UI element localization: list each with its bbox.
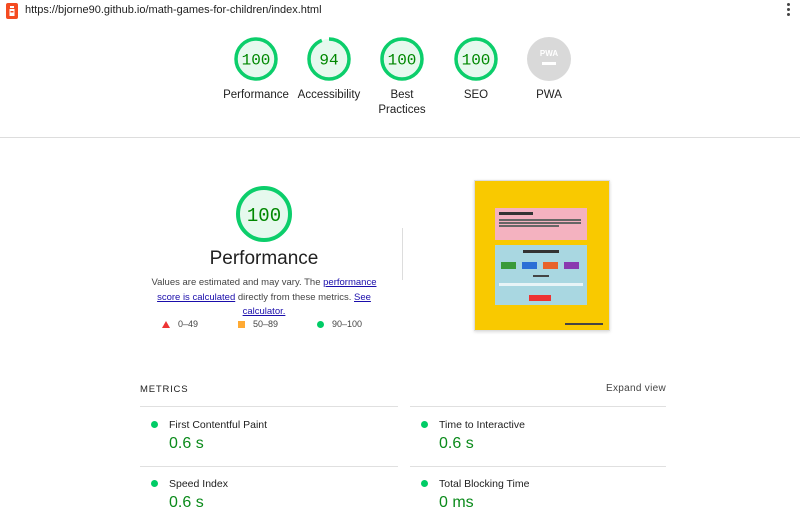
pass-circle-icon — [317, 320, 324, 328]
svg-text:100: 100 — [388, 52, 417, 70]
legend-fail: 0–49 — [162, 319, 198, 329]
svg-text:100: 100 — [462, 52, 491, 70]
fail-triangle-icon — [162, 320, 170, 328]
average-square-icon — [238, 320, 245, 328]
page-url[interactable]: https://bjorne90.github.io/math-games-fo… — [25, 4, 322, 16]
legend-range: 90–100 — [332, 319, 363, 329]
best-practices-score-gauge: 100 — [380, 37, 424, 81]
gauge-label-best-practices: Best Practices — [378, 89, 426, 116]
svg-text:100: 100 — [247, 205, 281, 227]
legend-pass: 90–100 — [317, 319, 362, 329]
seo-score-gauge: 100 — [454, 37, 498, 81]
gauge-pwa[interactable]: PWA PWA — [506, 36, 592, 103]
more-options-icon[interactable] — [784, 2, 792, 18]
metric-value: 0.6 s — [169, 494, 204, 511]
gauge-label-pwa: PWA — [536, 89, 562, 101]
metric-speed-index: Speed Index 0.6 s — [140, 467, 390, 514]
pass-circle-icon — [151, 480, 158, 487]
pass-circle-icon — [151, 421, 158, 428]
performance-big-gauge: 100 — [236, 186, 292, 242]
accessibility-score-gauge: 94 — [307, 37, 351, 81]
metric-value: 0.6 s — [169, 435, 204, 452]
divider — [402, 228, 403, 280]
metrics-header: METRICS Expand view — [140, 383, 666, 395]
metrics-heading: METRICS — [140, 384, 189, 395]
address-bar: https://bjorne90.github.io/math-games-fo… — [0, 0, 800, 22]
final-screenshot[interactable] — [474, 180, 610, 331]
score-summary: 100 Performance 94 Accessibility 100 Bes… — [0, 30, 800, 138]
performance-section: 100 Performance Values are estimated and… — [0, 178, 800, 348]
screenshot-game-card — [495, 245, 587, 305]
metrics-divider — [410, 406, 666, 407]
desc-text: directly from these metrics. — [235, 291, 355, 303]
svg-text:94: 94 — [319, 52, 338, 70]
performance-title: Performance — [209, 248, 319, 269]
metric-name: Time to Interactive — [439, 419, 525, 431]
svg-text:100: 100 — [242, 52, 271, 70]
pwa-badge-icon: PWA — [527, 37, 571, 81]
performance-score-gauge: 100 — [234, 37, 278, 81]
legend-range: 0–49 — [178, 319, 199, 329]
legend-range: 50–89 — [253, 319, 279, 329]
metric-name: Total Blocking Time — [439, 478, 530, 490]
legend-average: 50–89 — [238, 319, 278, 329]
metric-value: 0.6 s — [439, 435, 474, 452]
lighthouse-logo-icon — [6, 3, 18, 19]
pass-circle-icon — [421, 480, 428, 487]
performance-description: Values are estimated and may vary. The p… — [140, 276, 388, 320]
metric-time-to-interactive: Time to Interactive 0.6 s — [410, 408, 660, 466]
svg-text:PWA: PWA — [540, 49, 558, 58]
metric-name: First Contentful Paint — [169, 419, 268, 431]
expand-view-button[interactable]: Expand view — [606, 383, 666, 394]
desc-text: Values are estimated and may vary. The — [151, 277, 324, 288]
metric-first-contentful-paint: First Contentful Paint 0.6 s — [140, 408, 390, 466]
screenshot-instructions-card — [495, 208, 587, 240]
metric-name: Speed Index — [169, 478, 228, 490]
metric-value: 0 ms — [439, 494, 474, 511]
metrics-divider — [140, 406, 398, 407]
pass-circle-icon — [421, 421, 428, 428]
metric-total-blocking-time: Total Blocking Time 0 ms — [410, 467, 660, 514]
